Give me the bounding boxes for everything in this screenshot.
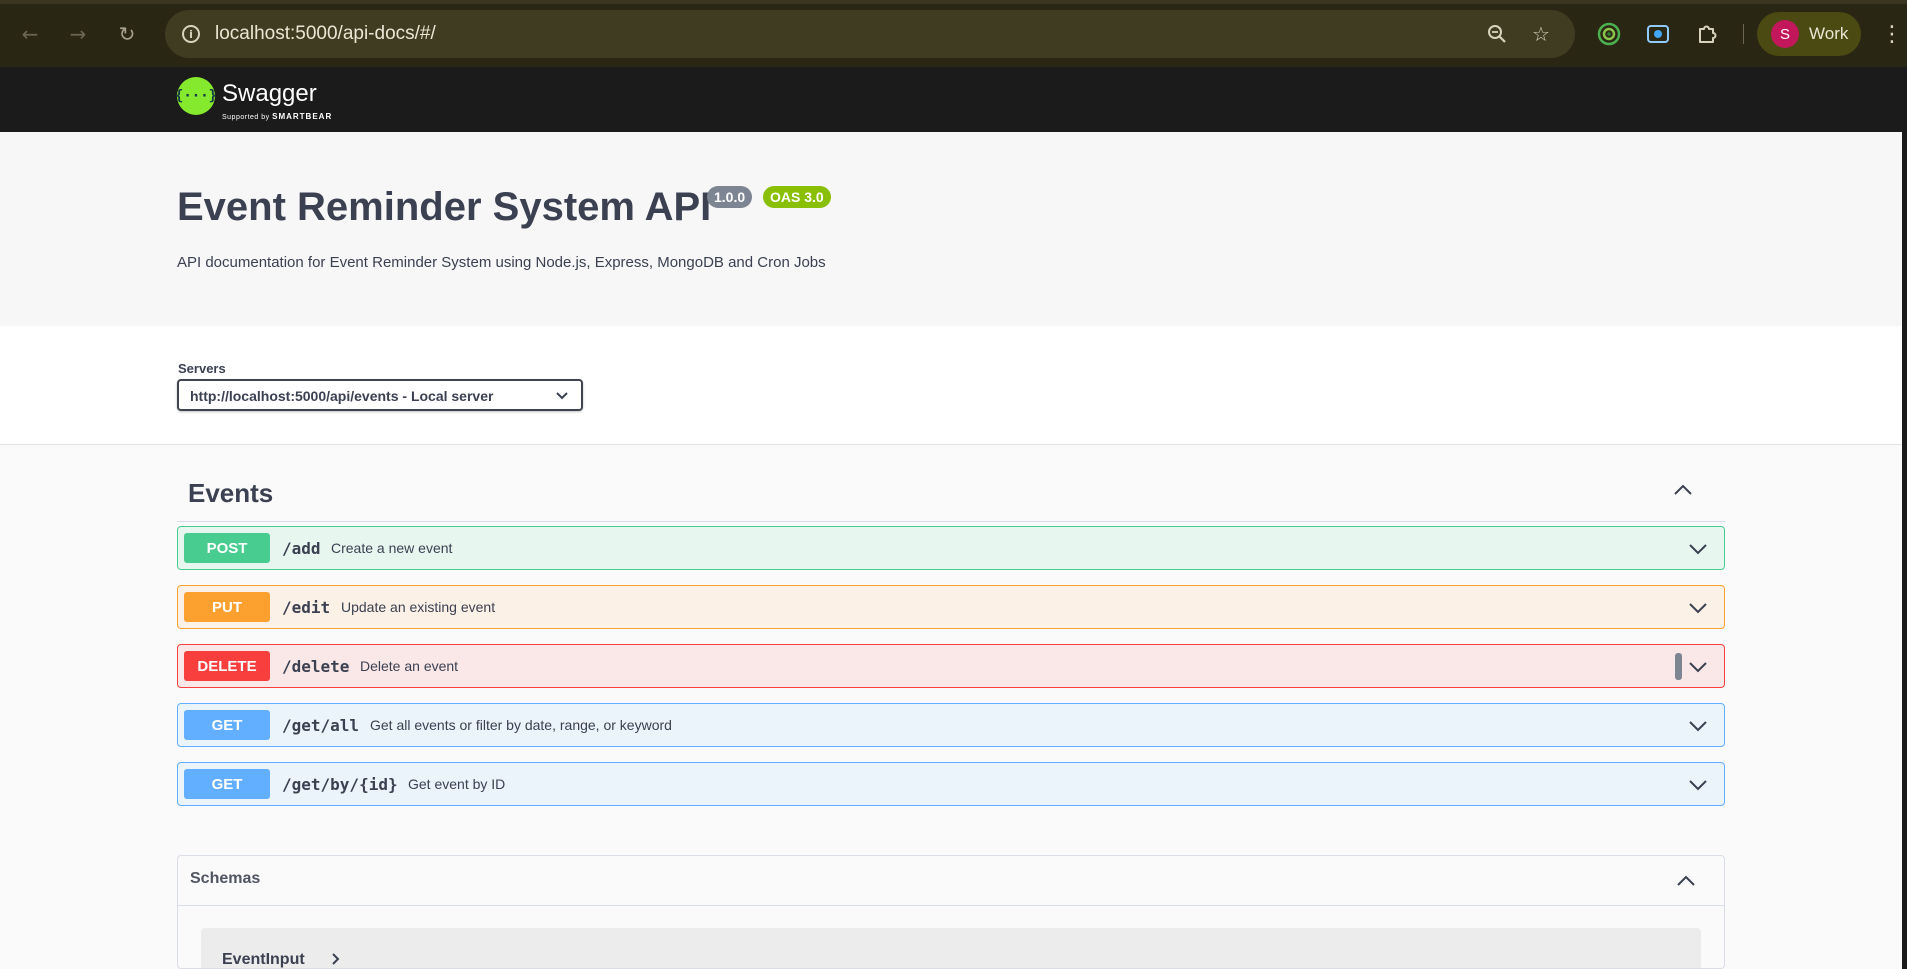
operation-summary: Create a new event [331, 540, 453, 556]
page-title: Event Reminder System API [177, 185, 712, 229]
tag-title: Events [188, 478, 274, 508]
chevron-down-icon [555, 385, 569, 409]
puzzle-icon[interactable] [1693, 20, 1721, 48]
swagger-logo-text[interactable]: Swagger [222, 80, 317, 108]
schemas-section: Schemas EventInput [177, 855, 1725, 969]
forward-icon[interactable]: → [64, 20, 92, 48]
operation-delete-delete[interactable]: DELETE /delete Delete an event [177, 644, 1725, 688]
logo-sub-brand: SMARTBEAR [272, 112, 333, 121]
chevron-down-icon[interactable] [1686, 714, 1710, 738]
chevron-down-icon[interactable] [1686, 773, 1710, 797]
operation-post-add[interactable]: POST /add Create a new event [177, 526, 1725, 570]
swagger-logo-subtitle: Supported by SMARTBEAR [222, 112, 332, 121]
extension-target-icon[interactable] [1595, 20, 1623, 48]
scrollbar[interactable] [1902, 67, 1907, 969]
servers-label: Servers [178, 361, 226, 376]
version-badge: 1.0.0 [707, 186, 753, 208]
extension-capture-icon[interactable] [1644, 20, 1672, 48]
chevron-up-icon[interactable] [1671, 478, 1695, 502]
operation-path: /get/all [282, 716, 360, 735]
operation-get-by-id[interactable]: GET /get/by/{id} Get event by ID [177, 762, 1725, 806]
operation-summary: Update an existing event [341, 599, 496, 615]
swagger-topbar: {···} Swagger Supported by SMARTBEAR [0, 67, 1907, 132]
method-badge: GET [184, 710, 270, 740]
back-icon[interactable]: ← [16, 20, 44, 48]
chevron-down-icon[interactable] [1686, 537, 1710, 561]
server-select[interactable]: http://localhost:5000/api/events - Local… [177, 379, 583, 411]
method-badge: PUT [184, 592, 270, 622]
schemas-title: Schemas [190, 870, 261, 887]
servers-section: Servers http://localhost:5000/api/events… [0, 326, 1907, 445]
site-info-icon[interactable]: i [179, 22, 203, 46]
schemas-header[interactable]: Schemas [178, 856, 1724, 906]
schema-item[interactable]: EventInput [201, 928, 1701, 968]
operation-summary: Delete an event [360, 658, 459, 674]
operation-path: /add [282, 539, 321, 558]
star-icon[interactable]: ☆ [1529, 22, 1553, 46]
url-text[interactable]: localhost:5000/api-docs/#/ [215, 23, 436, 45]
profile-name: Work [1809, 24, 1849, 43]
address-bar[interactable]: i localhost:5000/api-docs/#/ ☆ [165, 10, 1575, 58]
method-badge: POST [184, 533, 270, 563]
swagger-logo-icon[interactable]: {···} [175, 77, 217, 115]
profile-button[interactable]: S Work [1757, 12, 1861, 56]
operation-get-all[interactable]: GET /get/all Get all events or filter by… [177, 703, 1725, 747]
operation-put-edit[interactable]: PUT /edit Update an existing event [177, 585, 1725, 629]
toolbar-divider [1743, 24, 1744, 44]
method-badge: DELETE [184, 651, 270, 681]
operation-summary: Get all events or filter by date, range,… [370, 717, 672, 733]
oas-badge: OAS 3.0 [763, 186, 831, 208]
method-badge: GET [184, 769, 270, 799]
operation-path: /edit [282, 598, 331, 617]
api-info: Event Reminder System API 1.0.0 OAS 3.0 … [0, 132, 1907, 326]
avatar: S [1771, 20, 1799, 48]
copy-to-clipboard-icon[interactable] [1675, 653, 1682, 680]
tag-events-header[interactable]: Events [177, 468, 1725, 522]
reload-icon[interactable]: ↻ [113, 20, 141, 48]
kebab-menu-icon[interactable]: ⋮ [1881, 20, 1903, 48]
schema-name: EventInput [222, 951, 305, 968]
server-select-value: http://localhost:5000/api/events - Local… [190, 388, 494, 404]
tab-strip [0, 0, 1907, 4]
logo-sub-prefix: Supported by [222, 114, 270, 121]
operation-summary: Get event by ID [408, 776, 506, 792]
api-description: API documentation for Event Reminder Sys… [177, 254, 826, 271]
chevron-down-icon[interactable] [1686, 596, 1710, 620]
operation-path: /delete [282, 657, 350, 676]
zoom-icon[interactable] [1485, 22, 1509, 46]
browser-toolbar: ← → ↻ i localhost:5000/api-docs/#/ ☆ S W… [0, 0, 1907, 67]
chevron-down-icon[interactable] [1686, 655, 1710, 679]
chevron-up-icon[interactable] [1674, 869, 1698, 893]
operation-path: /get/by/{id} [282, 775, 398, 794]
chevron-right-icon[interactable] [331, 952, 341, 968]
